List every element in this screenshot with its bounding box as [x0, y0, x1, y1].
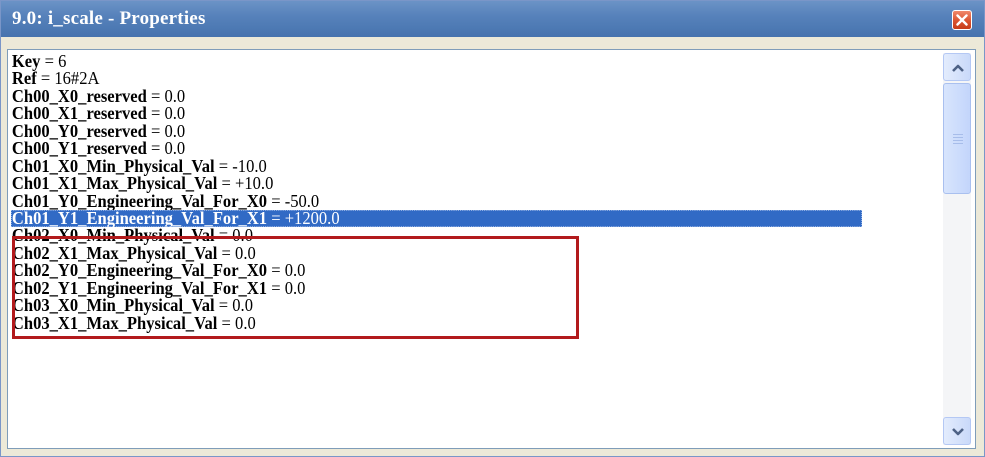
grip-lines-icon	[953, 134, 963, 146]
property-separator: =	[267, 207, 285, 228]
properties-window: 9.0: i_scale - Properties Key = 6 Ref = 1…	[0, 0, 985, 457]
window-title: 9.0: i_scale - Properties	[12, 8, 206, 29]
property-row[interactable]: Key = 6	[11, 52, 862, 70]
close-x-icon	[956, 14, 968, 26]
chevron-up-icon	[952, 64, 964, 72]
scrollbar-thumb[interactable]	[943, 83, 971, 194]
title-bar[interactable]: 9.0: i_scale - Properties	[1, 1, 984, 37]
close-button[interactable]	[952, 10, 972, 30]
vertical-scrollbar[interactable]	[943, 53, 971, 445]
property-value: +1200.0	[284, 207, 340, 228]
scroll-down-button[interactable]	[943, 417, 971, 445]
scroll-up-button[interactable]	[943, 53, 971, 81]
window-client-area: Key = 6 Ref = 16#2A Ch00_X0_reserved = 0.0…	[1, 37, 984, 456]
annotation-highlight-box	[12, 236, 579, 339]
chevron-down-icon	[952, 428, 964, 436]
